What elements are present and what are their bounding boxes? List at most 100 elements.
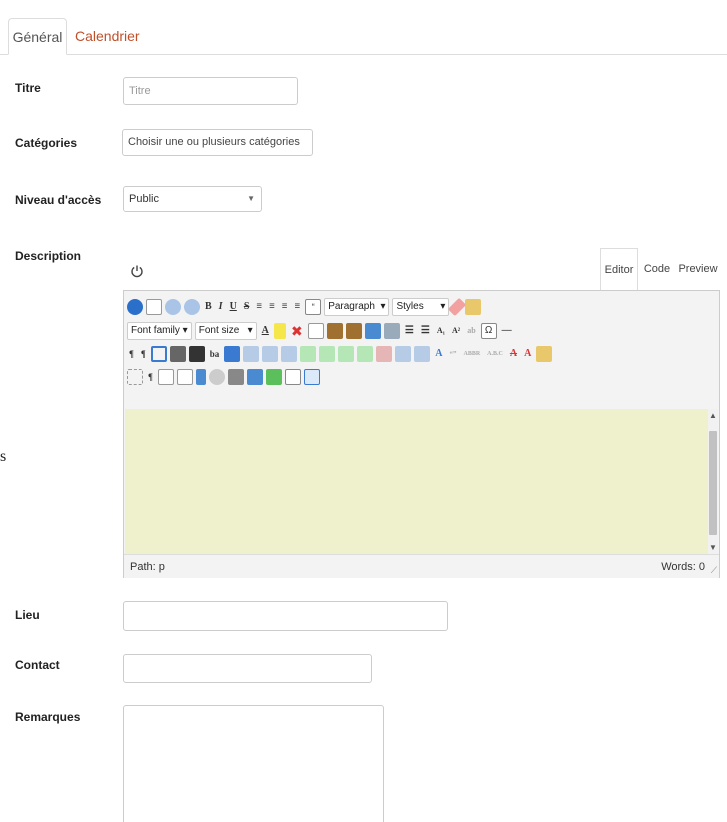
eraser-icon[interactable] (448, 297, 467, 317)
row-before-icon[interactable] (281, 346, 298, 362)
spellcheck-icon[interactable] (265, 369, 282, 385)
col-before-icon[interactable] (338, 346, 355, 362)
font-family-select[interactable]: Font family ▾ (127, 322, 192, 340)
horizontal-rule-icon[interactable]: — (500, 323, 514, 339)
media-icon[interactable] (303, 369, 320, 385)
paragraph-select[interactable]: Paragraph ▾ (324, 298, 390, 316)
ins-icon[interactable]: A (522, 346, 533, 362)
tab-code[interactable]: Code (640, 248, 674, 290)
bold-icon[interactable]: B (203, 299, 214, 315)
image-icon[interactable] (246, 369, 263, 385)
description-label: Description (15, 249, 82, 263)
italic-icon[interactable]: I (217, 299, 225, 315)
indent-icon[interactable] (364, 323, 381, 339)
lieu-input[interactable] (123, 601, 448, 631)
scroll-thumb[interactable] (709, 431, 717, 535)
visual-aid-icon[interactable] (127, 369, 143, 385)
page-break-icon[interactable] (176, 369, 193, 385)
new-document-icon[interactable] (146, 299, 162, 315)
tab-editor[interactable]: Editor (600, 248, 638, 290)
cite-icon[interactable]: “” (448, 346, 459, 362)
scroll-down-icon[interactable]: ▼ (708, 543, 718, 552)
cleanup-icon[interactable] (465, 299, 482, 315)
link-icon[interactable] (227, 369, 244, 385)
scroll-up-icon[interactable]: ▲ (708, 411, 718, 420)
template-icon[interactable] (157, 369, 174, 385)
editor-statusbar: Path: p Words: 0 ⟋ (124, 554, 719, 578)
omega-icon[interactable]: Ω (480, 323, 497, 339)
col-after-icon[interactable] (357, 346, 374, 362)
categories-label: Catégories (15, 136, 78, 150)
rtl-icon[interactable]: ¶ (139, 346, 148, 362)
search-icon[interactable] (188, 346, 205, 362)
unlink-icon[interactable] (208, 369, 225, 385)
paste-icon[interactable] (326, 323, 343, 339)
anchor-icon[interactable] (195, 369, 206, 385)
fullscreen-icon[interactable] (150, 346, 167, 362)
styles-select[interactable]: Styles ▾ (392, 298, 450, 316)
toolbar-row-2: Font family ▾ Font size ▾ A ✖ ☰ ☰ A₁ A² … (127, 320, 514, 342)
rich-text-editor: B I U S ≡ ≡ ≡ ≡ “ Paragraph ▾ Styles ▾ F… (123, 290, 720, 578)
align-right-icon[interactable]: ≡ (280, 299, 290, 315)
delete-row-icon[interactable] (319, 346, 336, 362)
split-cells-icon[interactable] (395, 346, 412, 362)
row-after-icon[interactable] (300, 346, 317, 362)
remarques-label: Remarques (15, 710, 81, 724)
ltr-icon[interactable]: ¶ (127, 346, 136, 362)
cut-icon[interactable]: ✖ (289, 323, 305, 339)
merge-cells-icon[interactable] (414, 346, 431, 362)
word-count: Words: 0 (661, 561, 705, 573)
align-left-icon[interactable]: ≡ (254, 299, 264, 315)
style-props-icon[interactable]: A (433, 346, 444, 362)
font-size-select[interactable]: Font size ▾ (194, 322, 257, 340)
contact-input[interactable] (123, 654, 372, 683)
power-icon[interactable] (130, 264, 144, 278)
toolbar-row-4: ¶ (127, 366, 320, 388)
acronym-icon[interactable]: A.B.C (485, 346, 505, 362)
help-icon[interactable] (127, 299, 143, 315)
table-icon[interactable] (224, 346, 241, 362)
ordered-list-icon[interactable]: ☰ (403, 323, 416, 339)
print-icon[interactable] (169, 346, 186, 362)
cell-props-icon[interactable] (262, 346, 279, 362)
align-justify-icon[interactable]: ≡ (292, 299, 302, 315)
visual-chars-icon[interactable]: ¶ (146, 369, 155, 385)
abbr-icon[interactable]: ABBR (462, 346, 483, 362)
row-props-icon[interactable] (243, 346, 260, 362)
attribs-icon[interactable] (536, 346, 553, 362)
tab-general[interactable]: Général (8, 18, 67, 55)
copy-icon[interactable] (307, 323, 324, 339)
editor-scrollbar[interactable]: ▲ ▼ (708, 409, 718, 554)
unordered-list-icon[interactable]: ☰ (419, 323, 432, 339)
del-icon[interactable]: A (508, 346, 519, 362)
stray-text: s (0, 448, 7, 465)
undo-icon[interactable] (165, 299, 181, 315)
remarques-textarea[interactable] (123, 705, 384, 822)
niveau-acces-select[interactable]: Public ▼ (123, 186, 262, 212)
tab-preview[interactable]: Preview (677, 248, 719, 290)
superscript-icon[interactable]: A² (450, 323, 462, 339)
underline-icon[interactable]: U (228, 299, 239, 315)
resize-handle-icon[interactable]: ⟋ (711, 565, 717, 576)
align-center-icon[interactable]: ≡ (267, 299, 277, 315)
toolbar-row-3: ¶ ¶ ba A “” ABBR A.B.C A A (127, 343, 553, 365)
replace-icon[interactable]: ba (208, 346, 222, 362)
form-tabs: Général Calendrier (0, 0, 727, 55)
paste-text-icon[interactable] (345, 323, 362, 339)
highlight-icon[interactable] (273, 323, 286, 339)
charmap-disabled-icon[interactable]: ab (465, 323, 477, 339)
strikethrough-icon[interactable]: S (242, 299, 252, 315)
editor-content-area[interactable] (125, 409, 710, 554)
toolbar-row-1: B I U S ≡ ≡ ≡ ≡ “ Paragraph ▾ Styles ▾ (127, 296, 482, 318)
outdent-icon[interactable] (383, 323, 400, 339)
categories-select[interactable]: Choisir une ou plusieurs catégories (122, 129, 313, 156)
element-path: Path: p (130, 561, 165, 573)
tab-calendrier[interactable]: Calendrier (75, 18, 140, 55)
titre-input[interactable]: Titre (123, 77, 298, 105)
text-color-icon[interactable]: A (260, 323, 271, 339)
redo-icon[interactable] (184, 299, 200, 315)
article-icon[interactable] (284, 369, 301, 385)
delete-col-icon[interactable] (376, 346, 393, 362)
blockquote-icon[interactable]: “ (305, 299, 322, 315)
subscript-icon[interactable]: A₁ (435, 323, 447, 339)
